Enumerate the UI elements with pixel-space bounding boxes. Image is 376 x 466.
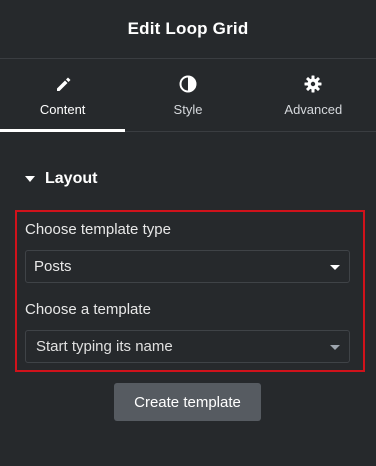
tab-style-label: Style — [173, 101, 203, 117]
pencil-icon — [53, 74, 73, 94]
template-search-placeholder: Start typing its name — [36, 338, 173, 355]
caret-down-icon — [25, 176, 35, 182]
gear-icon — [303, 74, 323, 94]
tab-content[interactable]: Content — [0, 59, 126, 132]
tab-advanced[interactable]: Advanced — [251, 59, 376, 131]
create-template-button[interactable]: Create template — [114, 383, 261, 421]
chevron-down-icon — [330, 265, 340, 270]
chevron-down-icon — [330, 345, 340, 350]
tab-content-label: Content — [39, 101, 86, 117]
template-search-select[interactable]: Start typing its name — [25, 330, 350, 363]
layout-section-toggle[interactable]: Layout — [25, 170, 97, 188]
editor-panel: Edit Loop Grid Content Style Advanced La… — [0, 0, 376, 466]
template-type-value: Posts — [34, 258, 72, 275]
layout-section-title: Layout — [45, 170, 98, 187]
template-type-label: Choose template type — [25, 221, 171, 238]
tab-advanced-label: Advanced — [284, 101, 343, 117]
panel-header: Edit Loop Grid — [0, 0, 376, 59]
template-label: Choose a template — [25, 301, 151, 318]
tab-bar: Content Style Advanced — [0, 59, 376, 132]
template-type-select[interactable]: Posts — [25, 250, 350, 283]
half-circle-icon — [178, 74, 198, 94]
panel-title: Edit Loop Grid — [127, 19, 249, 38]
tab-style[interactable]: Style — [125, 59, 250, 131]
